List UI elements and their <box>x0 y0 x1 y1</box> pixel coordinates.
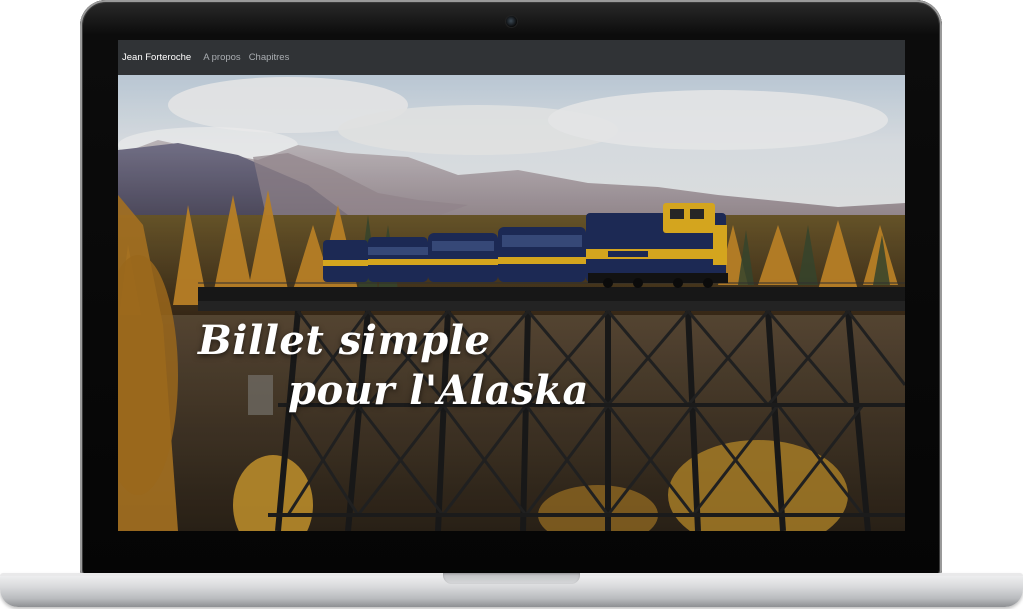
navbar-brand[interactable]: Jean Forteroche <box>122 52 191 63</box>
laptop-opening-notch <box>443 573 580 584</box>
hero-image <box>118 75 905 531</box>
hero-title-line1: Billet simple <box>198 317 491 364</box>
webcam-icon <box>506 16 517 27</box>
laptop-mockup: Jean Forteroche A propos Chapitres Bille… <box>0 0 1023 609</box>
navbar: Jean Forteroche A propos Chapitres <box>118 40 905 75</box>
laptop-screen: Jean Forteroche A propos Chapitres Bille… <box>118 40 905 531</box>
hero-title: Billet simple pour l'Alaska <box>198 320 589 412</box>
nav-link-a-propos[interactable]: A propos <box>203 52 241 63</box>
hero-title-line2: pour l'Alaska <box>288 367 589 414</box>
nav-link-chapitres[interactable]: Chapitres <box>249 52 290 63</box>
hero-banner: Billet simple pour l'Alaska <box>118 75 905 531</box>
